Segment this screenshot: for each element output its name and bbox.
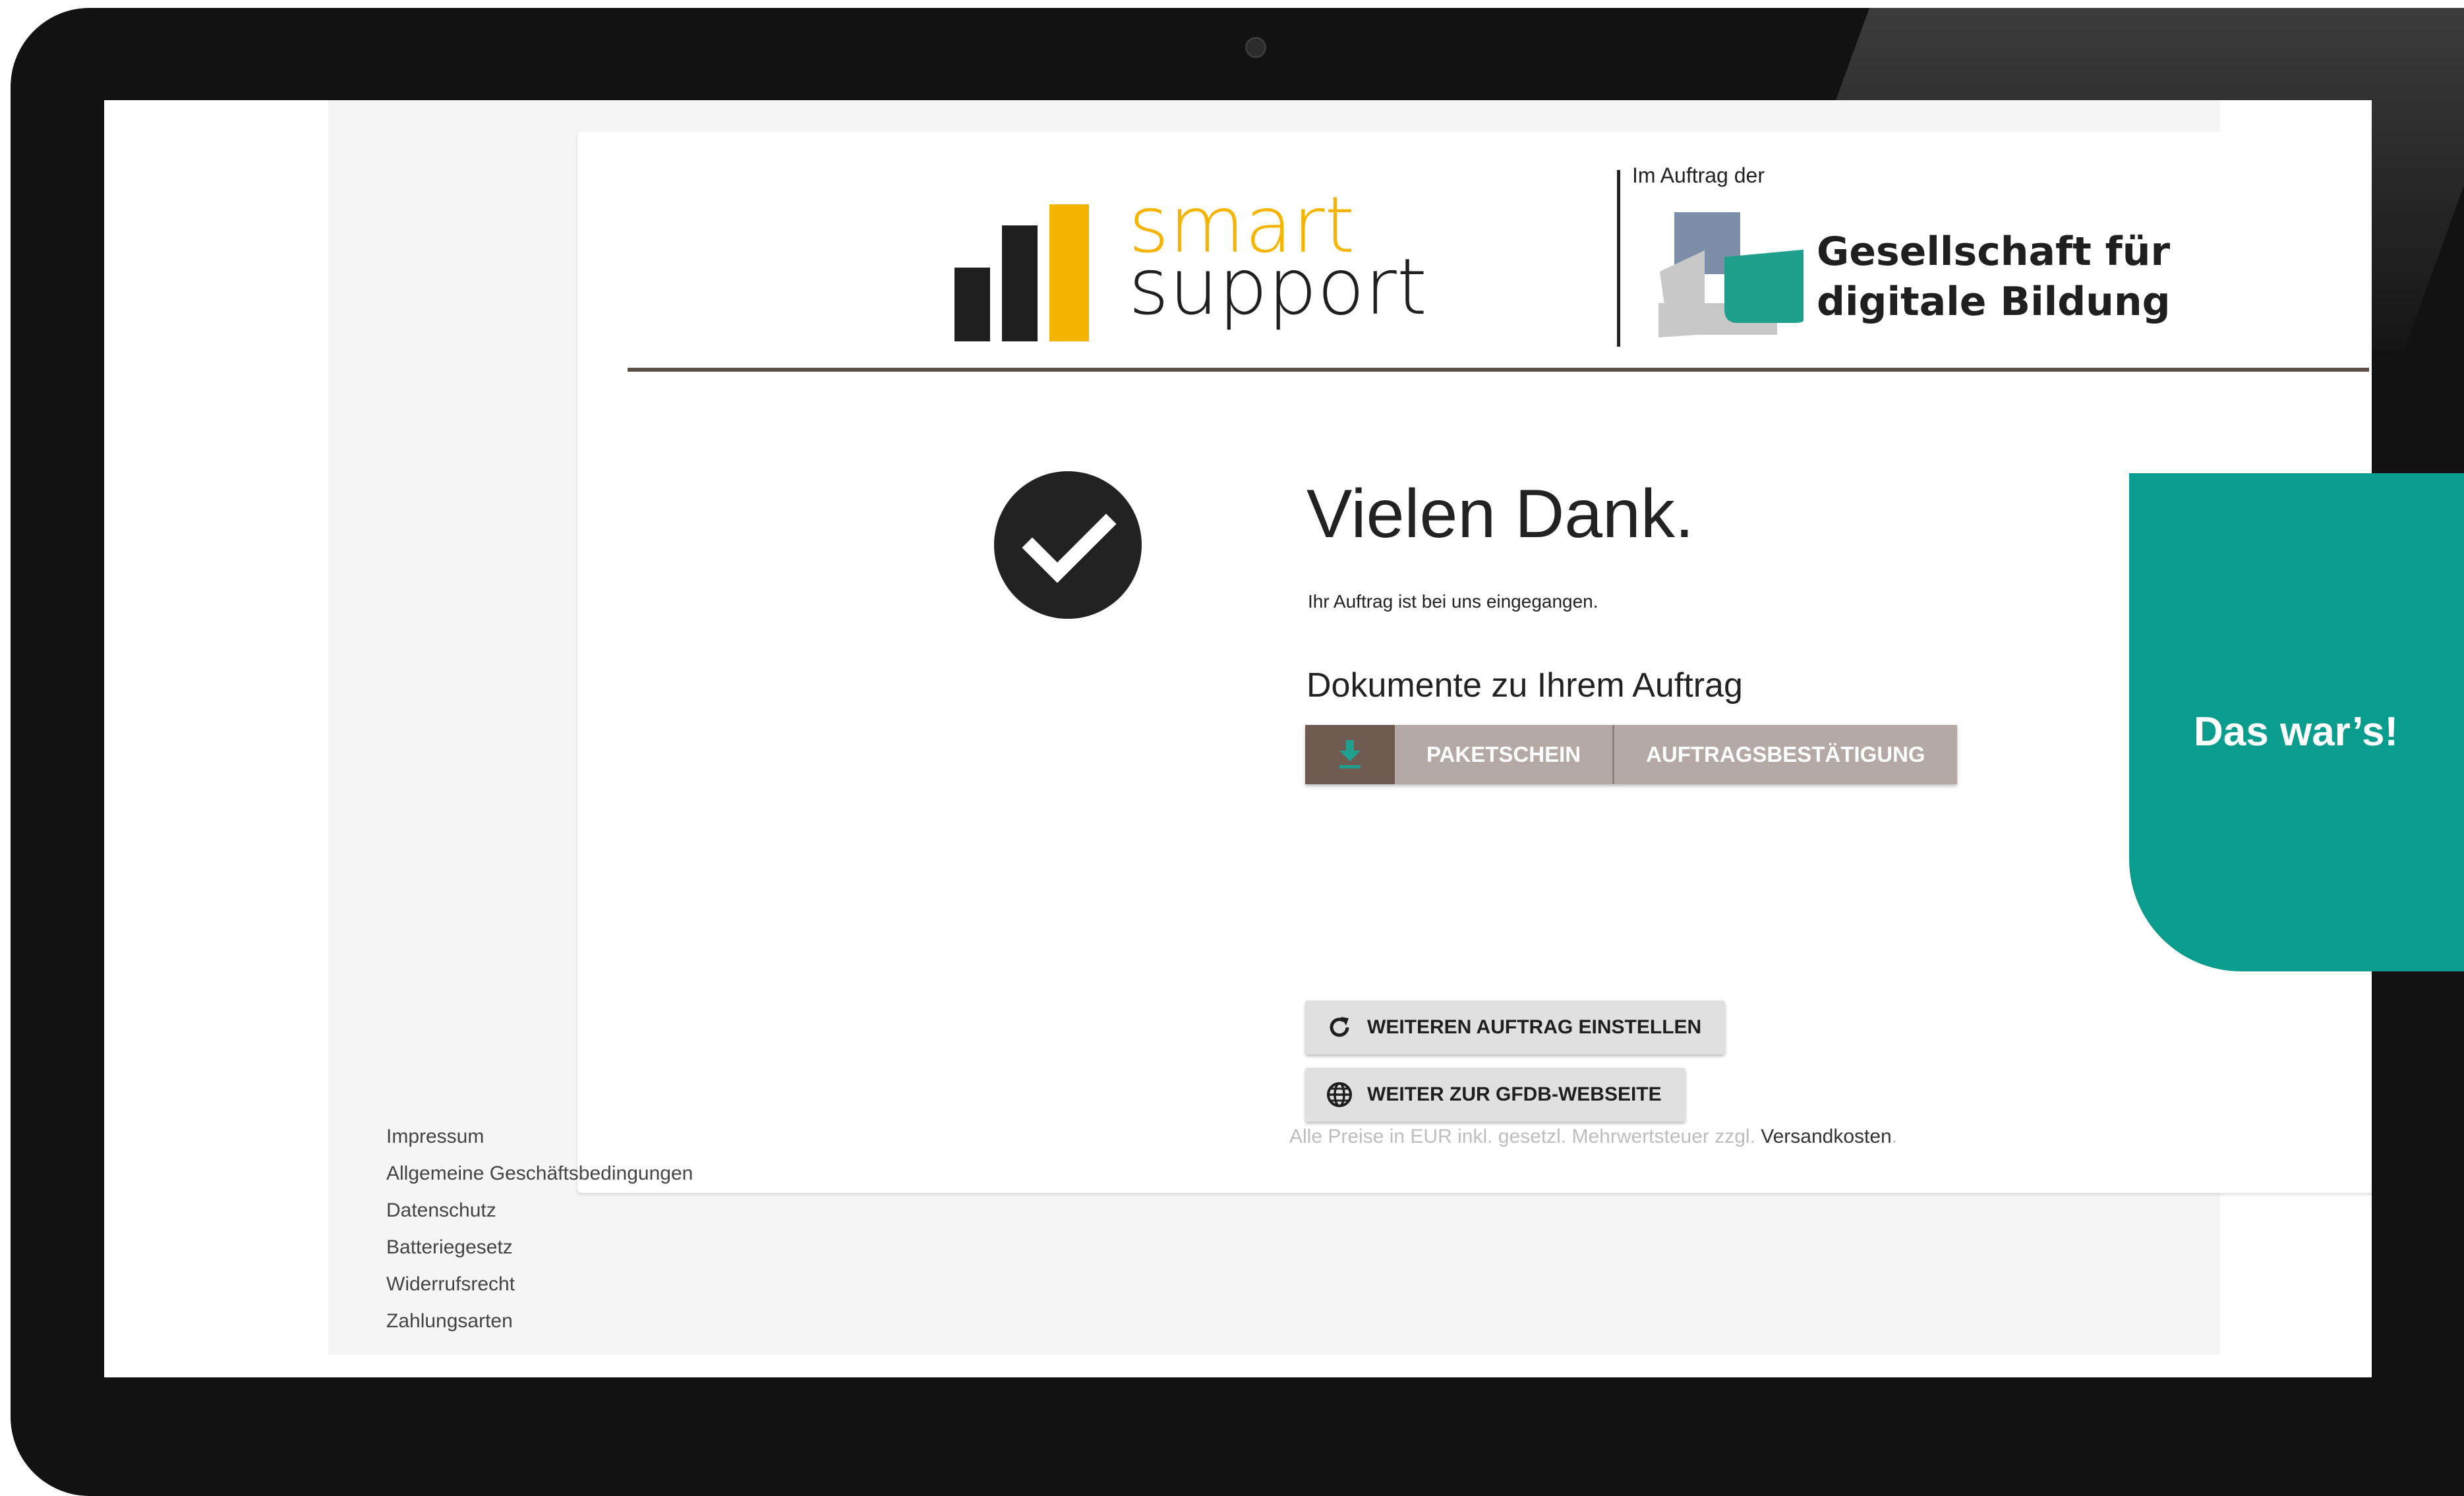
gfdb-logo: Im Auftrag der Gesellschaft für digitale… (1632, 163, 2225, 341)
order-confirmation-button[interactable]: AUFTRAGSBESTÄTIGUNG (1614, 725, 1957, 784)
tablet-screen: smart support Im Auftrag der Gesellschaf… (104, 100, 2372, 1377)
documents-button-group: PAKETSCHEIN AUFTRAGSBESTÄTIGUNG (1305, 725, 1957, 784)
partner-name-line2: digitale Bildung (1817, 279, 2171, 325)
footer-link-datenschutz[interactable]: Datenschutz (386, 1192, 693, 1229)
footer-link-agb[interactable]: Allgemeine Geschäftsbedingungen (386, 1155, 693, 1192)
camera-lens (1245, 37, 1266, 58)
callout-text: Das war’s! (2194, 709, 2399, 755)
speech-bubbles-icon (1658, 212, 1804, 337)
logo-support-word: support (1129, 241, 1428, 332)
commission-label: Im Auftrag der (1632, 163, 1765, 187)
footer-link-zahlungsarten[interactable]: Zahlungsarten (386, 1303, 693, 1340)
price-note-suffix: . (1891, 1126, 1898, 1147)
confirmation-card: smart support Im Auftrag der Gesellschaf… (577, 132, 2372, 1193)
new-order-button[interactable]: WEITEREN AUFTRAG EINSTELLEN (1305, 1000, 1726, 1054)
price-note: Alle Preise in EUR inkl. gesetzl. Mehrwe… (1289, 1118, 1897, 1155)
refresh-icon (1325, 1013, 1354, 1042)
shipping-costs-link[interactable]: Versandkosten (1761, 1126, 1891, 1147)
footer-link-batteriegesetz[interactable]: Batteriegesetz (386, 1229, 693, 1266)
header-divider (628, 368, 2369, 372)
footer-link-widerrufsrecht[interactable]: Widerrufsrecht (386, 1266, 693, 1303)
website-label: WEITER ZUR GFDB-WEBSEITE (1367, 1083, 1662, 1105)
page-title: Vielen Dank. (1306, 476, 1694, 552)
footer-link-impressum[interactable]: Impressum (386, 1118, 693, 1155)
smart-support-logo: smart support (954, 177, 1482, 348)
logo-bars-icon (954, 177, 1113, 341)
success-check-icon (994, 471, 1142, 619)
price-note-text: Alle Preise in EUR inkl. gesetzl. Mehrwe… (1289, 1126, 1761, 1147)
shipping-label-button[interactable]: PAKETSCHEIN (1395, 725, 1615, 784)
documents-heading: Dokumente zu Ihrem Auftrag (1306, 666, 1743, 705)
download-icon (1339, 740, 1361, 768)
website-button[interactable]: WEITER ZUR GFDB-WEBSEITE (1305, 1068, 1686, 1122)
confirmation-subtitle: Ihr Auftrag ist bei uns eingegangen. (1308, 591, 1599, 612)
footer-links: Impressum Allgemeine Geschäftsbedingunge… (386, 1118, 693, 1340)
globe-icon (1325, 1080, 1354, 1109)
partner-name-line1: Gesellschaft für (1817, 229, 2171, 275)
partner-name: Gesellschaft für digitale Bildung (1817, 227, 2171, 327)
new-order-label: WEITEREN AUFTRAG EINSTELLEN (1367, 1016, 1702, 1038)
logo-divider (1617, 170, 1620, 347)
download-button[interactable] (1305, 725, 1395, 784)
